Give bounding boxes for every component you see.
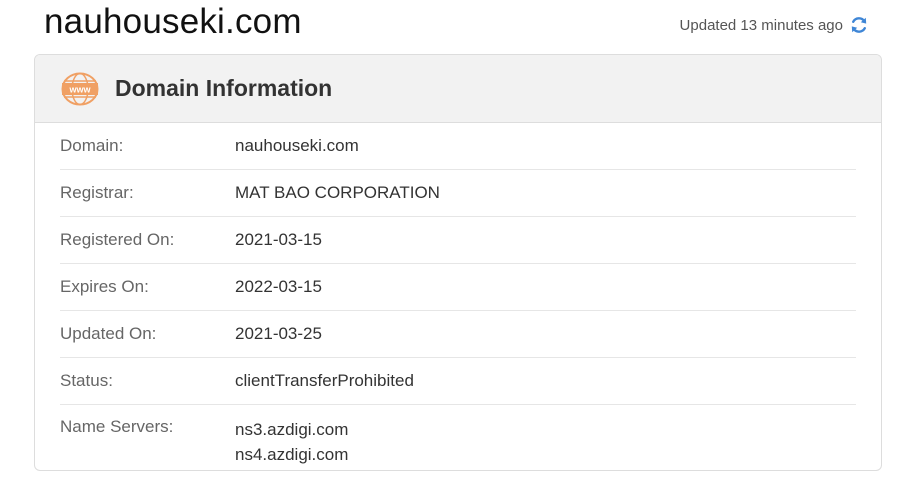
row-registrar: Registrar: MAT BAO CORPORATION <box>60 170 856 217</box>
row-registered-on: Registered On: 2021-03-15 <box>60 217 856 264</box>
row-value: 2022-03-15 <box>235 277 322 296</box>
row-name-servers: Name Servers: ns3.azdigi.com ns4.azdigi.… <box>60 405 856 467</box>
row-domain: Domain: nauhouseki.com <box>60 123 856 170</box>
name-server: ns3.azdigi.com <box>235 420 349 439</box>
row-value: clientTransferProhibited <box>235 371 414 390</box>
row-updated-on: Updated On: 2021-03-25 <box>60 311 856 358</box>
domain-info-card: www Domain Information Domain: nauhousek… <box>34 54 882 471</box>
row-value: 2021-03-25 <box>235 324 322 343</box>
card-header: www Domain Information <box>35 55 881 123</box>
row-status: Status: clientTransferProhibited <box>60 358 856 405</box>
site-title: nauhouseki.com <box>44 2 302 41</box>
row-label: Name Servers: <box>60 417 174 436</box>
row-label: Registered On: <box>60 230 175 249</box>
page: nauhouseki.com Updated 13 minutes ago ww… <box>0 0 905 485</box>
row-value: nauhouseki.com <box>235 136 359 155</box>
name-server: ns4.azdigi.com <box>235 445 349 464</box>
row-label: Domain: <box>60 136 124 155</box>
row-value: 2021-03-15 <box>235 230 322 249</box>
row-label: Status: <box>60 371 113 390</box>
updated-text: Updated 13 minutes ago <box>679 16 843 34</box>
updated-status: Updated 13 minutes ago <box>680 15 869 35</box>
row-expires-on: Expires On: 2022-03-15 <box>60 264 856 311</box>
name-server-list: ns3.azdigi.com ns4.azdigi.com <box>235 417 348 467</box>
refresh-icon[interactable] <box>849 15 869 35</box>
row-label: Updated On: <box>60 324 157 343</box>
row-label: Expires On: <box>60 277 149 296</box>
card-title: Domain Information <box>115 75 333 101</box>
info-rows: Domain: nauhouseki.com Registrar: MAT BA… <box>35 123 881 467</box>
row-value: MAT BAO CORPORATION <box>235 183 440 202</box>
svg-text:www: www <box>68 84 91 94</box>
row-label: Registrar: <box>60 183 134 202</box>
www-icon: www <box>61 72 99 106</box>
